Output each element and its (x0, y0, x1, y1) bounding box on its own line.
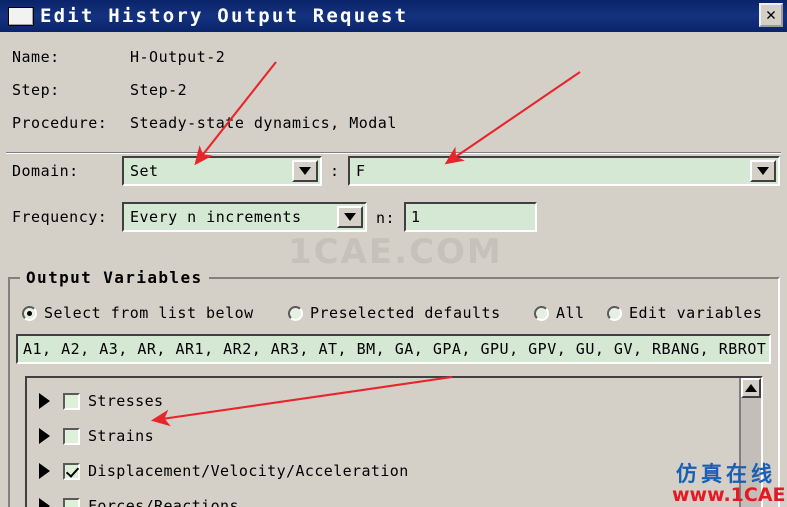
tree-item-forces-reactions[interactable]: Forces/Reactions (39, 493, 239, 507)
chevron-right-icon[interactable] (39, 428, 50, 444)
domain-set-combobox[interactable]: F (348, 156, 780, 186)
n-label-row: n: (376, 209, 395, 227)
n-value: 1 (411, 208, 421, 226)
chevron-down-icon[interactable] (750, 160, 776, 182)
domain-type-combobox[interactable]: Set (122, 156, 322, 186)
watermark-faint: 1CAE.COM (288, 232, 503, 272)
domain-type-value: Set (130, 162, 159, 180)
name-value: H-Output-2 (130, 48, 226, 66)
variables-value: A1, A2, A3, AR, AR1, AR2, AR3, AT, BM, G… (23, 340, 769, 358)
watermark-url: www.1CAE.com (672, 484, 787, 506)
radio-edit-variables-label: Edit variables (629, 304, 763, 322)
radio-all[interactable]: All (534, 304, 585, 322)
window-title: Edit History Output Request (40, 5, 409, 27)
radio-select-from-list[interactable]: Select from list below (22, 304, 254, 322)
window-icon (8, 6, 34, 26)
checkbox-stresses[interactable] (63, 392, 80, 410)
frequency-value: Every n increments (130, 208, 302, 226)
chevron-down-icon[interactable] (337, 206, 363, 228)
tree-item-label: Displacement/Velocity/Acceleration (88, 462, 409, 480)
chevron-right-icon[interactable] (39, 463, 50, 479)
n-label: n: (376, 209, 396, 227)
domain-label-row: Domain: (12, 162, 79, 180)
domain-separator: : (330, 162, 340, 180)
procedure-label: Procedure: (12, 114, 108, 132)
tree-item-stresses[interactable]: Stresses (39, 388, 163, 414)
radio-edit-variables[interactable]: Edit variables (607, 304, 762, 322)
dialog-window: Edit History Output Request ✕ Name: H-Ou… (0, 0, 787, 507)
step-row: Step: Step-2 (12, 81, 187, 99)
divider (6, 152, 781, 154)
frequency-label: Frequency: (12, 208, 108, 226)
domain-colon: : (330, 162, 340, 180)
procedure-value: Steady-state dynamics, Modal (130, 114, 397, 132)
radio-dot-icon (534, 305, 549, 321)
procedure-row: Procedure: Steady-state dynamics, Modal (12, 114, 397, 132)
title-bar: Edit History Output Request ✕ (0, 0, 787, 32)
checkbox-strains[interactable] (63, 427, 80, 445)
output-variables-group-title: Output Variables (20, 268, 209, 287)
scroll-up-icon[interactable] (741, 378, 761, 398)
chevron-down-icon[interactable] (292, 160, 318, 182)
domain-label: Domain: (12, 162, 79, 180)
variables-input[interactable]: A1, A2, A3, AR, AR1, AR2, AR3, AT, BM, G… (16, 334, 771, 364)
step-label: Step: (12, 81, 60, 99)
tree-item-label: Forces/Reactions (88, 497, 239, 507)
output-variables-tree[interactable]: Stresses Strains Displacement/Velocity/A… (25, 376, 763, 507)
name-label: Name: (12, 48, 60, 66)
tree-item-strains[interactable]: Strains (39, 423, 154, 449)
chevron-right-icon[interactable] (39, 498, 50, 507)
tree-item-displacement-velocity-acceleration[interactable]: Displacement/Velocity/Acceleration (39, 458, 409, 484)
radio-preselected-defaults-label: Preselected defaults (310, 304, 501, 322)
close-button[interactable]: ✕ (759, 3, 783, 27)
checkbox-displacement-velocity-acceleration[interactable] (63, 462, 80, 480)
name-row: Name: H-Output-2 (12, 48, 225, 66)
chevron-right-icon[interactable] (39, 393, 50, 409)
radio-dot-icon (288, 305, 303, 321)
step-value: Step-2 (130, 81, 188, 99)
radio-dot-icon (607, 305, 622, 321)
frequency-label-row: Frequency: (12, 208, 107, 226)
domain-set-value: F (356, 162, 366, 180)
checkbox-forces-reactions[interactable] (63, 497, 80, 507)
radio-dot-icon (22, 305, 37, 321)
tree-item-label: Stresses (88, 392, 164, 410)
tree-item-label: Strains (88, 427, 155, 445)
n-input[interactable]: 1 (404, 202, 537, 232)
radio-preselected-defaults[interactable]: Preselected defaults (288, 304, 501, 322)
radio-all-label: All (556, 304, 585, 322)
frequency-combobox[interactable]: Every n increments (122, 202, 367, 232)
radio-select-from-list-label: Select from list below (44, 304, 254, 322)
